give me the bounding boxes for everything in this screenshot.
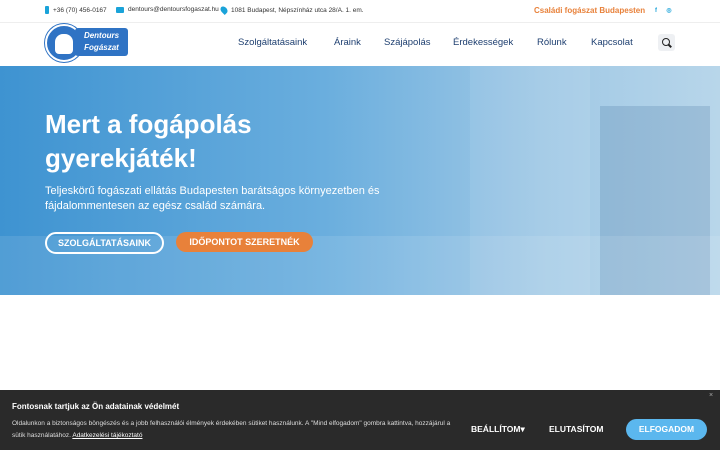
email-text[interactable]: dentours@dentoursfogaszat.hu bbox=[128, 6, 219, 13]
cookie-reject-button[interactable]: ELUTASÍTOM bbox=[549, 424, 603, 434]
hero-lead: Teljeskörű fogászati ellátás Budapesten … bbox=[45, 185, 380, 212]
caret-down-icon: ▾ bbox=[520, 424, 525, 434]
email-contact[interactable]: dentours@dentoursfogaszat.hu bbox=[116, 6, 219, 13]
privacy-policy-link[interactable]: Adatkezelési tájékoztató bbox=[72, 432, 142, 439]
search-icon[interactable] bbox=[658, 34, 675, 51]
nav-item-oral-care[interactable]: Szájápolás bbox=[384, 37, 430, 48]
logo-wordmark[interactable]: Dentours Fogászat bbox=[75, 28, 128, 56]
address-contact: 1081 Budapest, Népszínház utca 28/A. 1. … bbox=[219, 5, 364, 15]
hero-banner bbox=[0, 66, 720, 295]
nav-item-prices[interactable]: Áraink bbox=[334, 37, 361, 48]
nav-item-interesting[interactable]: Érdekességek bbox=[453, 37, 513, 48]
address-text: 1081 Budapest, Népszínház utca 28/A. 1. … bbox=[231, 6, 364, 14]
cookie-banner: Fontosnak tartjuk az Ön adatainak védelm… bbox=[0, 390, 720, 450]
cookie-settings-button[interactable]: BEÁLLÍTOM▾ bbox=[471, 424, 525, 435]
appointment-button[interactable]: IDŐPONTOT SZERETNÉK bbox=[176, 232, 313, 252]
phone-icon bbox=[45, 6, 49, 14]
close-icon[interactable]: × bbox=[709, 392, 713, 399]
phone-contact[interactable]: +36 (70) 456-0167 bbox=[45, 6, 107, 14]
facebook-icon[interactable]: f bbox=[653, 8, 659, 14]
nav-item-contact[interactable]: Kapcsolat bbox=[591, 37, 633, 48]
hero-title: Mert a fogápolás gyerekjáték! bbox=[45, 109, 252, 173]
location-pin-icon bbox=[219, 5, 229, 15]
nav-item-services[interactable]: Szolgáltatásaink bbox=[238, 37, 307, 48]
cookie-settings-label: BEÁLLÍTOM bbox=[471, 424, 521, 434]
cookie-accept-button[interactable]: ELFOGADOM bbox=[626, 419, 707, 440]
cookie-title: Fontosnak tartjuk az Ön adatainak védelm… bbox=[12, 402, 180, 411]
phone-text[interactable]: +36 (70) 456-0167 bbox=[53, 7, 107, 14]
top-bar: +36 (70) 456-0167 dentours@dentoursfogas… bbox=[0, 0, 720, 22]
services-button[interactable]: SZOLGÁLTATÁSAINK bbox=[45, 232, 164, 254]
tooth-icon bbox=[55, 34, 73, 54]
tagline: Családi fogászat Budapesten bbox=[534, 6, 646, 15]
logo-line2: Fogászat bbox=[84, 43, 119, 52]
logo-line1: Dentours bbox=[83, 31, 120, 40]
cookie-text: Oldalunkon a biztonságos böngészés és a … bbox=[12, 418, 452, 442]
mail-icon bbox=[116, 6, 124, 13]
nav-item-about[interactable]: Rólunk bbox=[537, 37, 567, 48]
instagram-icon[interactable]: ◎ bbox=[666, 8, 672, 14]
